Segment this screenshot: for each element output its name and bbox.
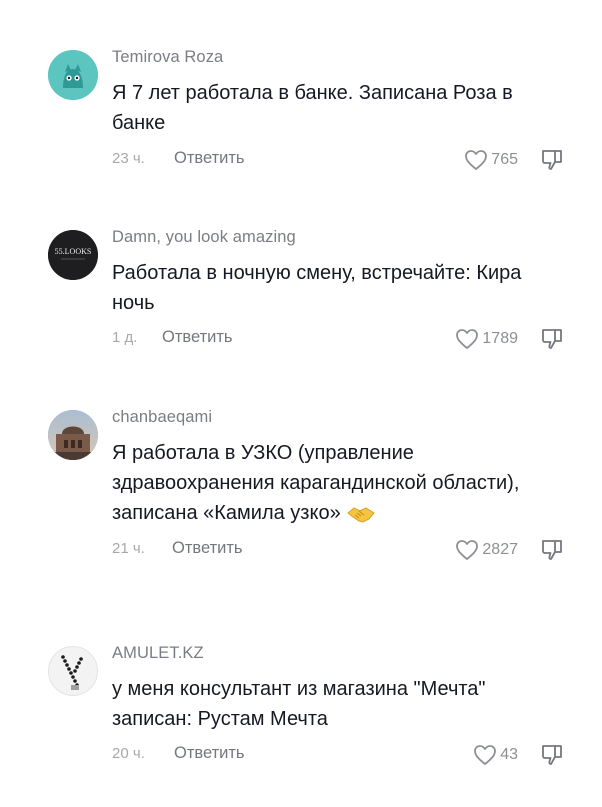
comment-meta: 1 д. Ответить 1789 xyxy=(0,327,602,351)
building-photo-icon xyxy=(48,410,98,460)
comment-text: Я работала в УЗКО (управление здравоохра… xyxy=(112,438,562,528)
avatar[interactable]: 55.LOOKS xyxy=(48,230,98,280)
reply-button[interactable]: Ответить xyxy=(174,149,245,168)
like-count: 765 xyxy=(491,151,518,168)
logo-avatar-icon: 55.LOOKS xyxy=(48,230,98,280)
heart-icon xyxy=(465,150,488,170)
comment-username[interactable]: Damn, you look amazing xyxy=(112,228,296,247)
necklace-icon xyxy=(49,647,97,695)
like-button[interactable]: 2827 xyxy=(455,538,518,562)
handshake-icon xyxy=(346,507,375,523)
comment-username[interactable]: chanbaeqami xyxy=(112,408,212,427)
dislike-icon[interactable] xyxy=(540,538,564,562)
dislike-icon[interactable] xyxy=(540,743,564,767)
avatar[interactable] xyxy=(48,50,98,100)
heart-icon xyxy=(456,329,479,349)
comment-username[interactable]: AMULET.KZ xyxy=(112,644,204,663)
reply-button[interactable]: Ответить xyxy=(162,328,233,347)
avatar[interactable] xyxy=(48,410,98,460)
comment-text-content: Я работала в УЗКО (управление здравоохра… xyxy=(112,442,520,524)
comment-time: 23 ч. xyxy=(112,150,145,167)
comment-time: 20 ч. xyxy=(112,745,145,762)
comment-text: Я 7 лет работала в банке. Записана Роза … xyxy=(112,82,513,134)
comment-time: 1 д. xyxy=(112,329,138,346)
like-count: 2827 xyxy=(482,541,518,558)
dislike-icon[interactable] xyxy=(540,327,564,351)
comment-text: у меня консультант из магазина "Мечта" з… xyxy=(112,678,486,730)
cat-face-icon xyxy=(48,50,98,100)
like-count: 43 xyxy=(500,746,518,763)
comment-meta: 20 ч. Ответить 43 xyxy=(0,743,602,767)
like-button[interactable]: 43 xyxy=(473,743,518,767)
like-button[interactable]: 1789 xyxy=(455,327,518,351)
like-count: 1789 xyxy=(482,330,518,347)
heart-icon xyxy=(456,540,479,560)
like-button[interactable]: 765 xyxy=(464,148,518,172)
comment-text: Работала в ночную смену, встречайте: Кир… xyxy=(112,262,522,314)
comment-username[interactable]: Temirova Roza xyxy=(112,48,223,67)
comment-meta: 21 ч. Ответить 2827 xyxy=(0,538,602,562)
avatar[interactable] xyxy=(48,646,98,696)
reply-button[interactable]: Ответить xyxy=(174,744,245,763)
heart-icon xyxy=(474,745,497,765)
comment-meta: 23 ч. Ответить 765 xyxy=(0,148,602,172)
avatar-logo-text: 55.LOOKS xyxy=(55,247,92,256)
reply-button[interactable]: Ответить xyxy=(172,539,243,558)
dislike-icon[interactable] xyxy=(540,148,564,172)
comment-time: 21 ч. xyxy=(112,540,145,557)
